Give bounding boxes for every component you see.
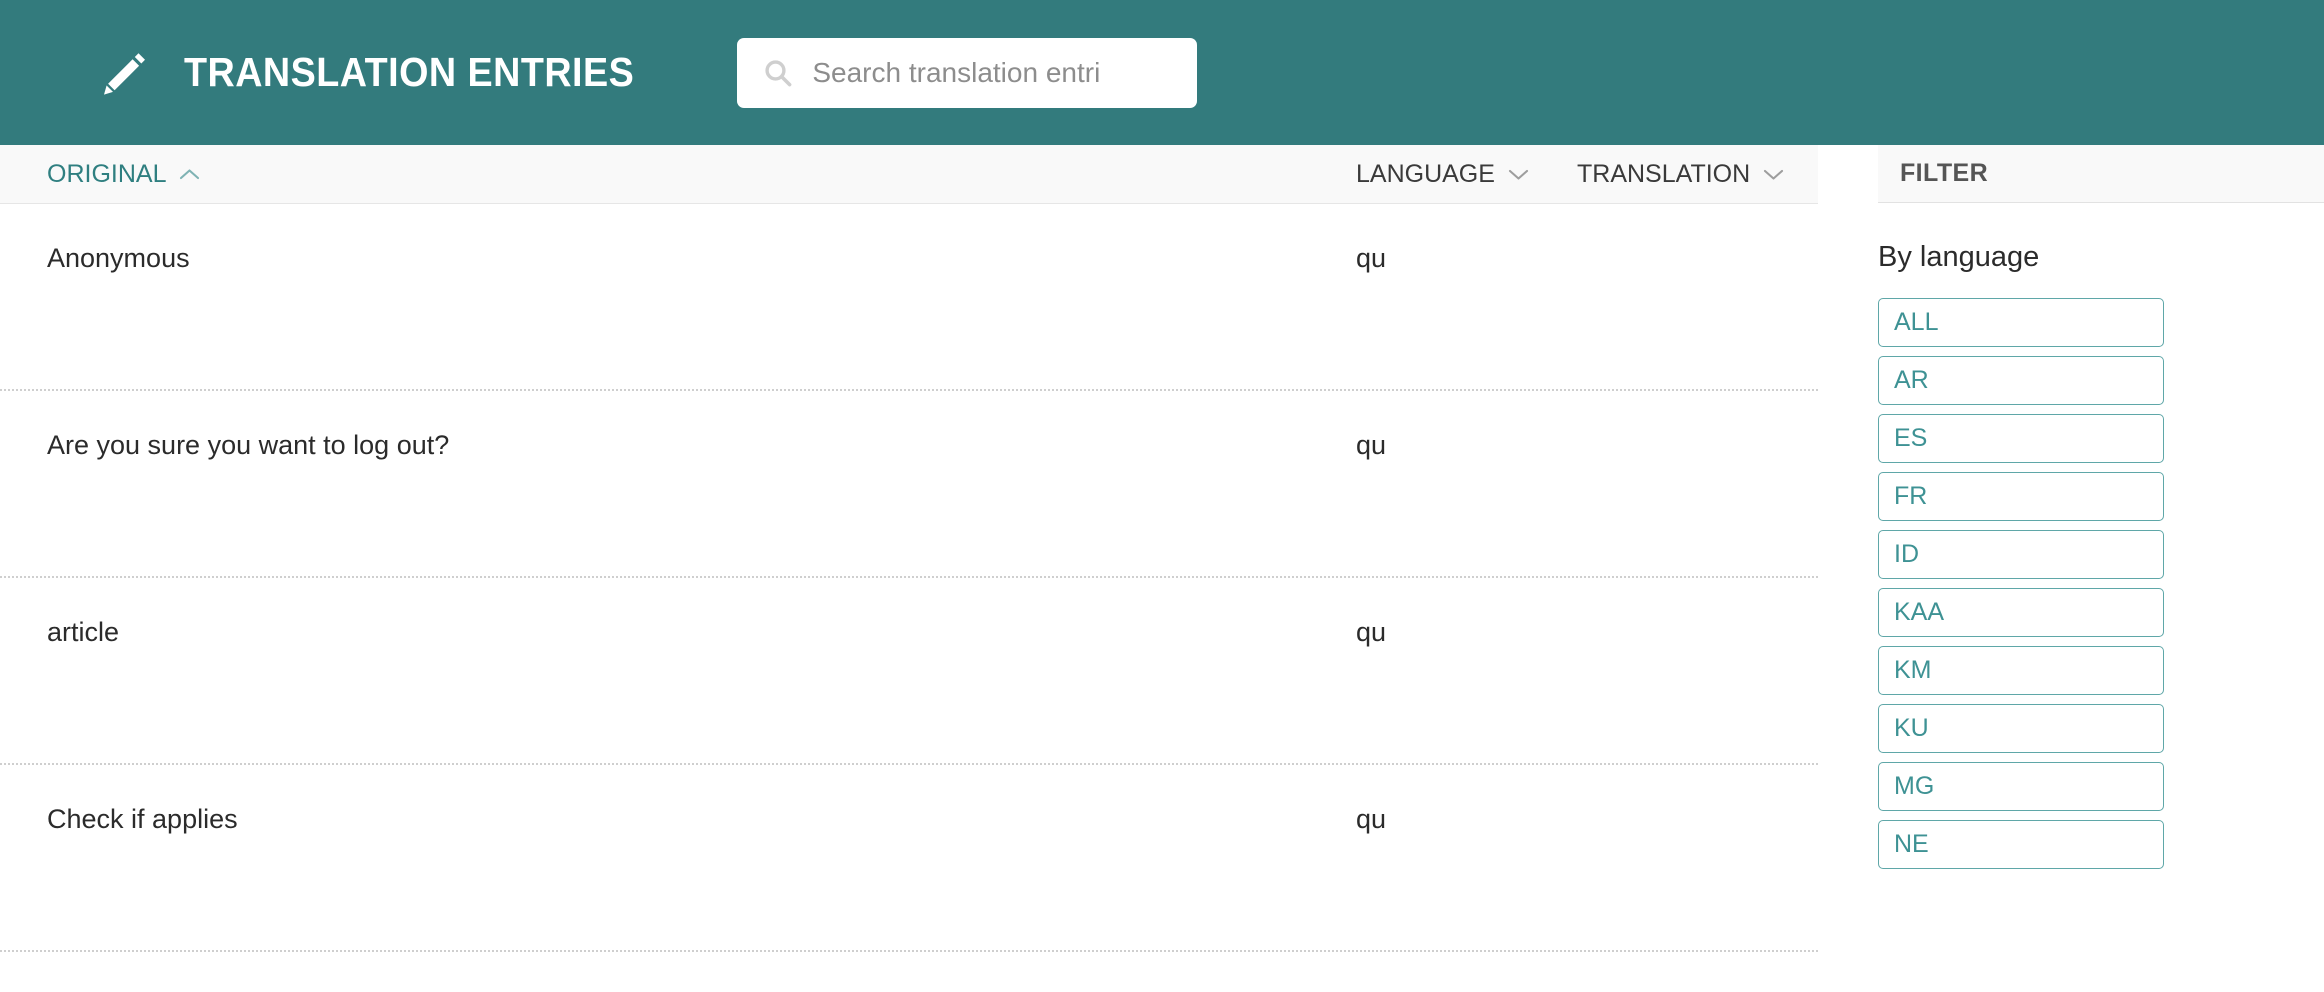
language-filter-ar[interactable]: AR	[1878, 356, 2164, 405]
search-box[interactable]	[737, 37, 1198, 108]
language-filter-km[interactable]: KM	[1878, 646, 2164, 695]
search-icon	[765, 59, 792, 86]
cell-original: Anonymous	[47, 243, 190, 273]
cell-original: Are you sure you want to log out?	[47, 430, 450, 460]
filter-sidebar: FILTER By language ALL AR ES FR ID KAA K…	[1878, 145, 2324, 992]
pencil-icon	[104, 52, 145, 95]
language-filter-ne[interactable]: NE	[1878, 820, 2164, 869]
chevron-down-icon	[1764, 169, 1784, 180]
page-title: TRANSLATION ENTRIES	[184, 49, 635, 95]
table-row[interactable]: Check if applies qu	[0, 765, 1818, 952]
cell-language: qu	[1356, 804, 1387, 834]
language-filter-id[interactable]: ID	[1878, 530, 2164, 579]
filter-heading: FILTER	[1900, 159, 1989, 187]
language-filter-mg[interactable]: MG	[1878, 762, 2164, 811]
table-body: Anonymous qu Are you sure you want to lo…	[0, 204, 1818, 952]
language-filter-fr[interactable]: FR	[1878, 472, 2164, 521]
translation-entries-table: ORIGINAL LANGUAGE TRANSLATION Anonymous …	[0, 145, 1818, 992]
cell-language: qu	[1356, 243, 1387, 273]
filter-subtitle: By language	[1878, 241, 2040, 273]
chevron-down-icon	[1508, 169, 1528, 180]
filter-header: FILTER	[1878, 145, 2324, 203]
column-header-original[interactable]: ORIGINAL	[47, 159, 200, 188]
translation-entries-page: TRANSLATION ENTRIES ORIGINAL LANGUAGE	[0, 0, 2324, 992]
column-header-translation-label: TRANSLATION	[1577, 159, 1751, 188]
language-filter-kaa[interactable]: KAA	[1878, 588, 2164, 637]
column-header-language[interactable]: LANGUAGE	[1356, 159, 1529, 188]
language-filter-es[interactable]: ES	[1878, 414, 2164, 463]
cell-original: Check if applies	[47, 804, 238, 834]
cell-original: article	[47, 617, 120, 647]
column-header-original-label: ORIGINAL	[47, 159, 167, 188]
table-row[interactable]: Anonymous qu	[0, 204, 1818, 391]
chevron-up-icon	[180, 168, 200, 179]
table-row[interactable]: article qu	[0, 578, 1818, 765]
language-filter-ku[interactable]: KU	[1878, 704, 2164, 753]
column-header-language-label: LANGUAGE	[1356, 159, 1495, 188]
cell-language: qu	[1356, 430, 1387, 460]
language-filter-list: ALL AR ES FR ID KAA KM KU MG NE	[1878, 298, 2324, 869]
table-header-row: ORIGINAL LANGUAGE TRANSLATION	[0, 145, 1818, 204]
cell-language: qu	[1356, 617, 1387, 647]
column-header-translation[interactable]: TRANSLATION	[1577, 159, 1784, 188]
table-row[interactable]: Are you sure you want to log out? qu	[0, 391, 1818, 578]
search-input[interactable]	[812, 56, 1188, 89]
app-header: TRANSLATION ENTRIES	[0, 0, 2324, 145]
language-filter-all[interactable]: ALL	[1878, 298, 2164, 347]
